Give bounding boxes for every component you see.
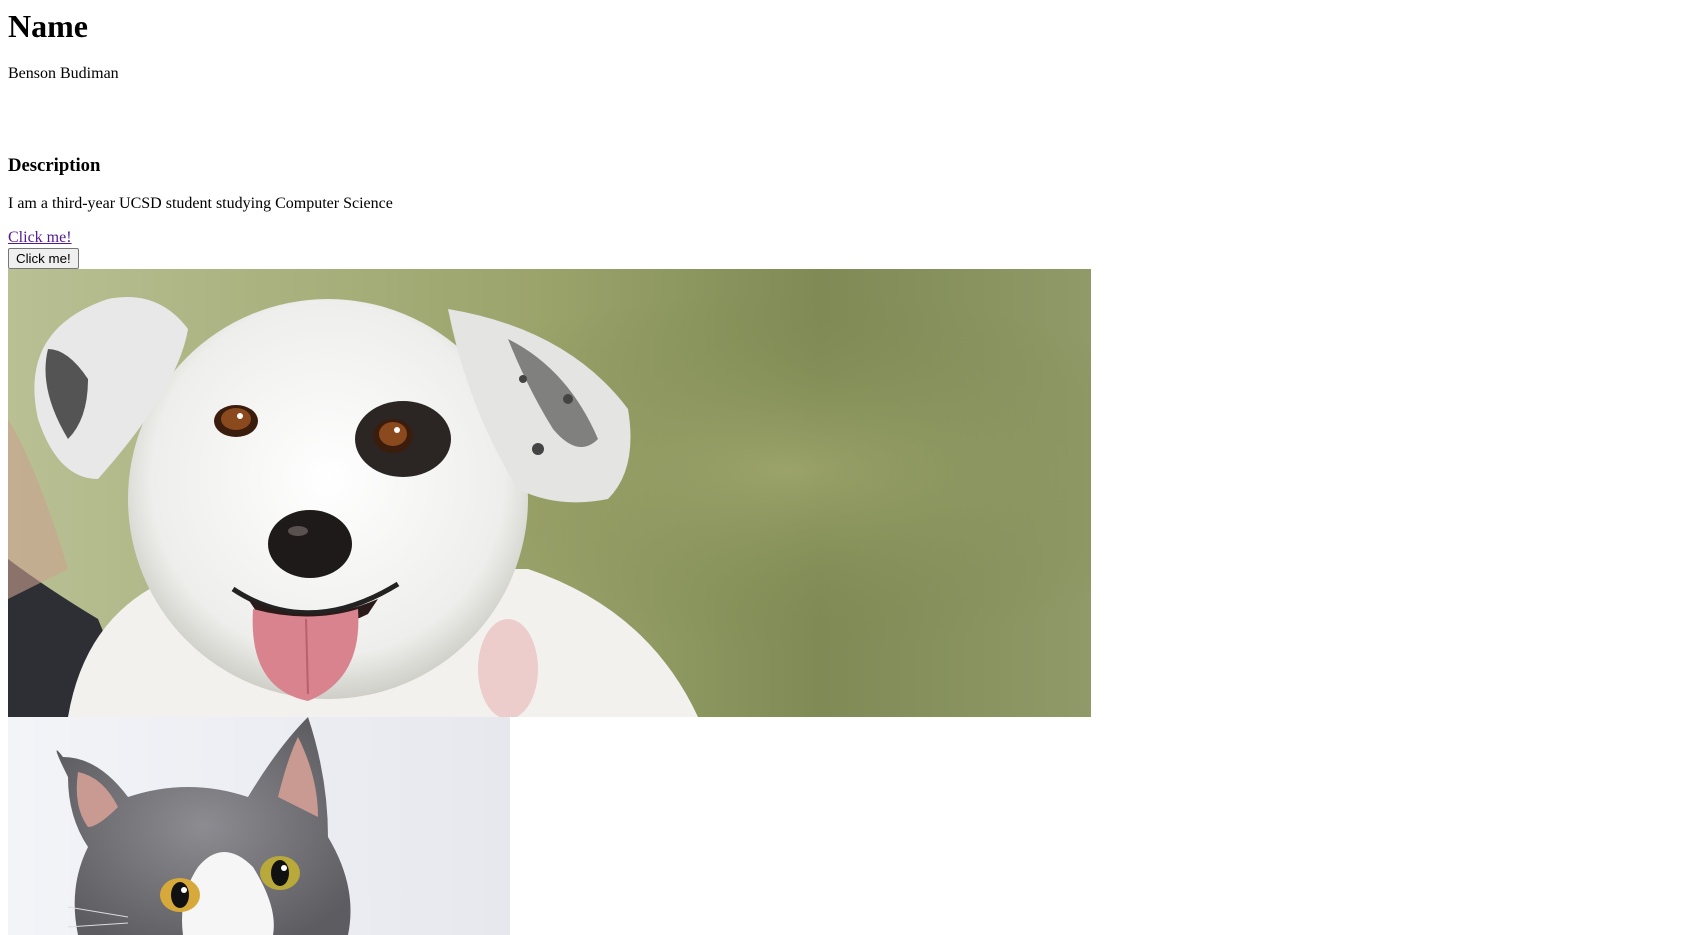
name-text: Benson Budiman: [8, 65, 119, 82]
dog-image: [8, 269, 1091, 717]
click-me-button[interactable]: Click me!: [8, 248, 79, 269]
click-me-link[interactable]: Click me!: [8, 229, 72, 247]
cat-image: [8, 717, 510, 935]
description-text: I am a third-year UCSD student studying …: [8, 195, 393, 212]
name-heading: Name: [8, 8, 88, 44]
description-heading: Description: [8, 155, 101, 176]
